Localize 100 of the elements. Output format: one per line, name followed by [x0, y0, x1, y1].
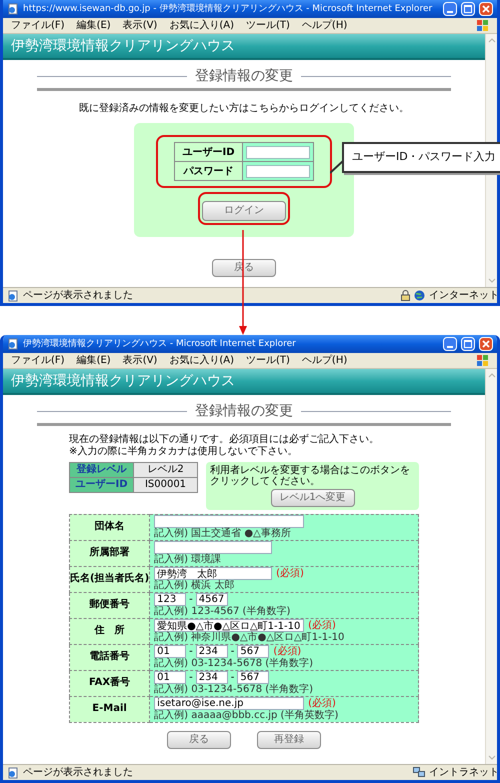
maximize-button[interactable]	[461, 337, 475, 351]
hint-text: 記入例) 環境課	[154, 555, 222, 565]
maximize-icon	[464, 340, 472, 348]
page-icon	[7, 290, 19, 302]
input-field[interactable]: 123	[154, 593, 186, 606]
close-button[interactable]	[479, 337, 493, 351]
input-field[interactable]: isetaro@ise.ne.jp	[154, 697, 304, 710]
form-label: 電話番号	[70, 644, 150, 670]
menu-item[interactable]: ファイル(F)	[11, 20, 65, 30]
input-field[interactable]: 01	[154, 645, 186, 658]
separator: -	[189, 646, 193, 656]
required-mark: (必須)	[308, 620, 336, 630]
menu-item[interactable]: お気に入り(A)	[169, 20, 234, 30]
input-field[interactable]	[154, 515, 304, 528]
menu-item[interactable]: ファイル(F)	[11, 356, 65, 366]
close-button[interactable]	[479, 2, 493, 16]
page-icon	[7, 766, 19, 778]
minimize-icon	[447, 346, 453, 348]
input-field[interactable]: 4567	[196, 593, 228, 606]
separator: -	[189, 594, 193, 604]
lock-icon	[401, 290, 410, 301]
minimize-icon	[447, 11, 453, 13]
input-field[interactable]: 567	[237, 645, 270, 658]
input-field[interactable]: 01	[154, 671, 186, 684]
page-heading: 登録情報の変更	[195, 403, 293, 420]
change-level-button[interactable]: レベル1へ変更	[270, 488, 354, 506]
scrollbar[interactable]	[485, 369, 497, 764]
page-icon	[7, 3, 19, 15]
level-note: 利用者レベルを変更する場合はこのボタンをクリックしてください。	[210, 464, 411, 486]
input-field[interactable]	[246, 146, 310, 158]
page-icon	[7, 338, 19, 350]
input-field[interactable]	[246, 164, 310, 178]
input-field[interactable]: 567	[237, 671, 270, 684]
scroll-down-icon[interactable]	[488, 755, 496, 760]
input-field[interactable]: 伊勢湾 太郎	[154, 567, 272, 580]
hint-text: 記入例) 03-1234-5678 (半角数字)	[154, 659, 314, 669]
field-label: パスワード	[174, 162, 242, 180]
form-label: 郵便番号	[70, 592, 150, 618]
intro-text: 既に登録済みの情報を変更したい方はこちらからログインしてください。	[78, 102, 410, 115]
form-label: 所属部署	[70, 540, 150, 566]
separator: -	[230, 646, 234, 656]
form-label: 団体名	[70, 514, 150, 540]
maximize-button[interactable]	[461, 2, 475, 16]
hint-text: 記入例) 横浜 太郎	[154, 581, 236, 591]
site-title: 伊勢湾環境情報クリアリングハウス	[11, 372, 235, 390]
form-label: FAX番号	[70, 670, 150, 696]
info-value: レベル2	[134, 462, 198, 477]
input-field[interactable]: 234	[196, 671, 228, 684]
note-text: ※入力の際に半角カタカナは使用しないで下さい。	[69, 446, 298, 458]
scroll-up-icon[interactable]	[488, 373, 496, 378]
menu-item[interactable]: お気に入り(A)	[169, 356, 234, 366]
menu-item[interactable]: 編集(E)	[76, 356, 111, 366]
callout-box: ユーザーID・パスワード入力	[342, 142, 500, 172]
globe-icon	[414, 290, 425, 301]
input-field[interactable]	[154, 541, 272, 554]
info-label: 登録レベル	[70, 462, 134, 477]
hint-text: 記入例) 神奈川県●△市●△区ロ△町1-1-10	[154, 633, 346, 643]
status-text: ページが表示されました	[23, 290, 134, 300]
hint-text: 記入例) 123-4567 (半角数字)	[154, 607, 292, 617]
maximize-icon	[464, 5, 472, 13]
leader-line	[330, 160, 344, 174]
minimize-button[interactable]	[443, 2, 457, 16]
menu-item[interactable]: ツール(T)	[246, 356, 290, 366]
minimize-button[interactable]	[443, 337, 457, 351]
input-field[interactable]: 234	[196, 645, 228, 658]
separator: -	[189, 672, 193, 682]
hint-text: 記入例) aaaaa@bbb.cc.jp (半角英数字)	[154, 711, 340, 721]
scroll-down-icon[interactable]	[488, 278, 496, 283]
note-text: 現在の登録情報は以下の通りです。必須項目には必ずご記入下さい。	[69, 434, 380, 446]
menu-item[interactable]: 表示(V)	[122, 356, 158, 366]
network-icon	[413, 767, 425, 778]
back-button[interactable]: 戻る	[167, 730, 231, 748]
form-label: 氏名(担当者氏名)	[70, 566, 150, 592]
menu-item[interactable]: ヘルプ(H)	[302, 356, 348, 366]
window-title: 伊勢湾環境情報クリアリングハウス - Microsoft Internet Explorer	[23, 340, 297, 348]
separator: -	[230, 672, 234, 682]
status-text: ページが表示されました	[23, 768, 134, 778]
submit-button[interactable]: 再登録	[257, 730, 321, 748]
field-label: ユーザーID	[174, 142, 242, 162]
close-icon	[482, 5, 490, 13]
form-label: 住 所	[70, 618, 150, 644]
windows-logo-icon	[477, 354, 489, 366]
menu-item[interactable]: ヘルプ(H)	[302, 20, 348, 30]
windows-logo-icon	[477, 20, 489, 32]
menu-item[interactable]: 表示(V)	[122, 20, 158, 30]
required-mark: (必須)	[273, 646, 302, 656]
input-field[interactable]: 愛知県●△市●△区ロ△町1-1-10	[154, 619, 304, 632]
window-title: https://www.isewan-db.go.jp - 伊勢湾環境情報クリアリングハウス - Microsoft Internet Explorer	[23, 4, 434, 14]
required-mark: (必須)	[308, 698, 336, 708]
scroll-up-icon[interactable]	[488, 38, 496, 43]
page-heading: 登録情報の変更	[195, 68, 293, 86]
hint-text: 記入例) 03-1234-5678 (半角数字)	[154, 685, 314, 695]
form-label: E-Mail	[70, 696, 150, 722]
info-label: ユーザーID	[70, 477, 134, 492]
menu-item[interactable]: 編集(E)	[76, 20, 111, 30]
login-button[interactable]: ログイン	[202, 201, 286, 221]
close-icon	[482, 340, 490, 348]
menu-item[interactable]: ツール(T)	[246, 20, 290, 30]
hint-text: 記入例) 国土交通省 ●△事務所	[154, 529, 292, 539]
info-value: IS00001	[134, 477, 198, 492]
